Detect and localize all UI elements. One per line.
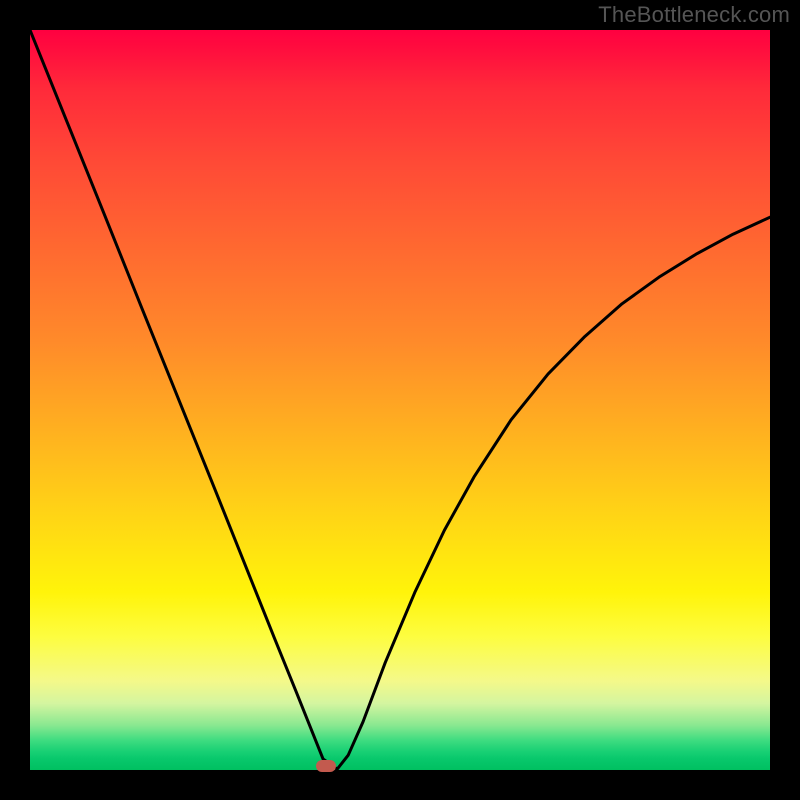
plot-area [30,30,770,770]
watermark-text: TheBottleneck.com [598,2,790,28]
curve-svg [30,30,770,770]
bottleneck-curve [30,30,770,769]
chart-frame: TheBottleneck.com [0,0,800,800]
optimum-marker [316,760,336,772]
